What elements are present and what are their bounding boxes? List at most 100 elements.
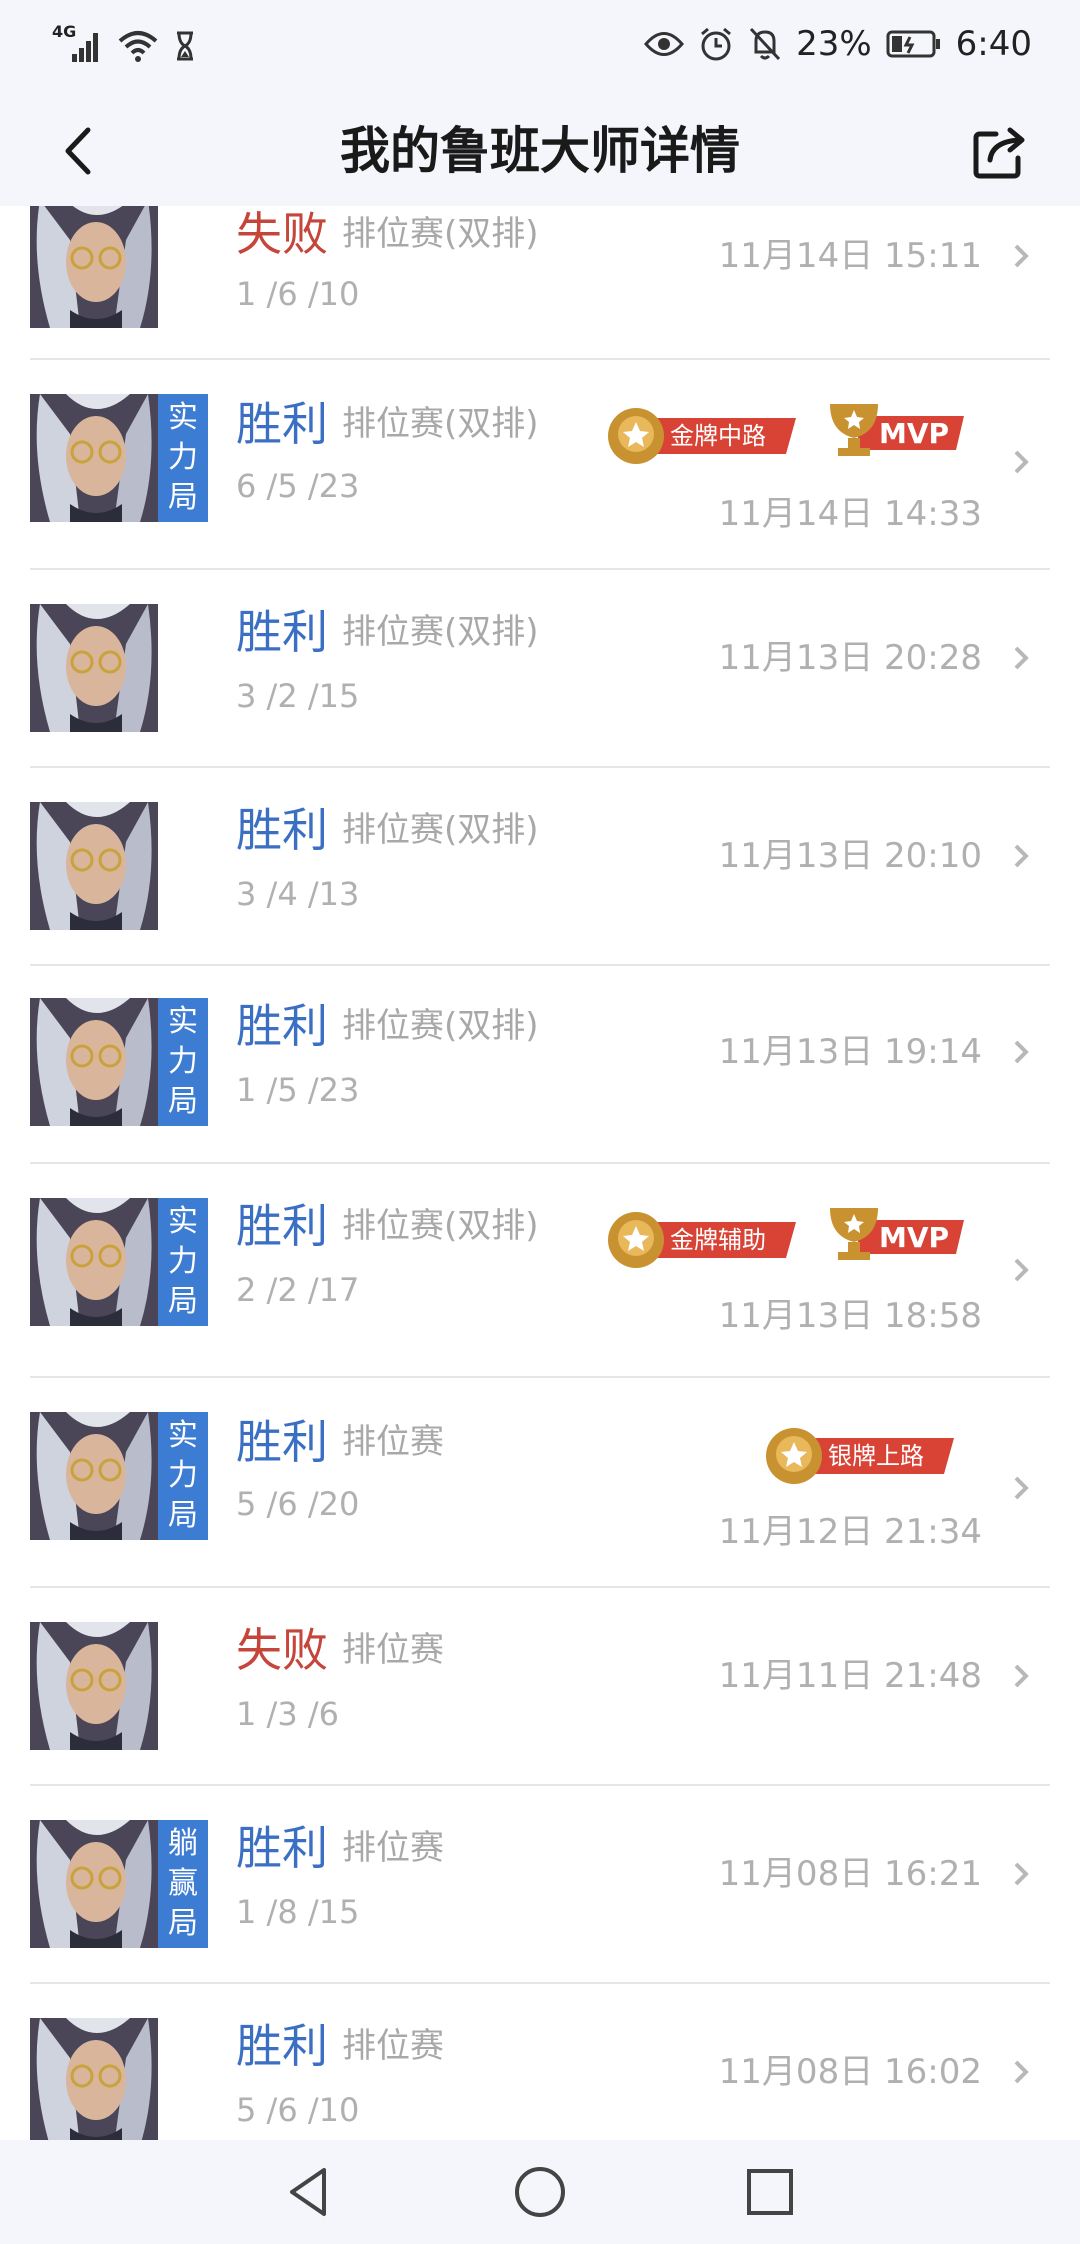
mvp-badge: MVP [818,1202,968,1266]
hero-avatar-wrap: 实力局 [30,1198,208,1326]
medal-badge: 金牌中路 [600,404,800,468]
match-time: 11月13日 18:58 [718,1296,982,1336]
match-result: 胜利 [236,999,328,1053]
match-row[interactable]: 实力局 胜利 排位赛(双排) 2 /2 /17 金牌辅助 MVP 11月13日 … [30,1164,1050,1378]
match-result: 胜利 [236,2019,328,2073]
wifi-icon [118,31,158,62]
match-result: 失败 [236,207,328,261]
hero-avatar-wrap: 实力局 [30,1412,208,1540]
match-row[interactable]: 躺赢局 胜利 排位赛 1 /8 /15 11月08日 16:21 [30,1786,1050,1984]
match-mode: 排位赛 [342,1630,444,1670]
signal-icon: 4G [52,22,102,64]
mvp-badge-label: MVP [879,417,949,450]
match-result: 胜利 [236,605,328,659]
match-mode: 排位赛(双排) [342,1006,539,1046]
status-right: 23% 6:40 [644,24,1032,64]
match-result: 胜利 [236,1821,328,1875]
match-result: 胜利 [236,1415,328,1469]
chevron-right-icon [1014,646,1029,670]
eye-icon [644,32,685,56]
chevron-right-icon [1014,2060,1029,2084]
hero-avatar [30,604,158,732]
match-time: 11月13日 20:10 [718,836,982,876]
match-result: 失败 [236,1623,328,1677]
match-row[interactable]: 胜利 排位赛 5 /6 /10 11月08日 16:02 [30,1984,1050,2140]
match-mode: 排位赛(双排) [342,214,539,254]
status-left: 4G [52,22,196,64]
clock: 6:40 [955,24,1032,64]
share-button[interactable] [966,116,1036,186]
match-row[interactable]: 胜利 排位赛(双排) 3 /4 /13 11月13日 20:10 [30,768,1050,966]
match-kda: 5 /6 /10 [236,2091,360,2129]
match-mode: 排位赛(双排) [342,404,539,444]
match-tag: 躺赢局 [158,1820,208,1948]
nav-back-icon[interactable] [280,2162,340,2222]
match-list[interactable]: 失败 排位赛(双排) 1 /6 /10 11月14日 15:11 实力局 胜利 … [0,206,1080,2140]
share-icon [973,127,1025,179]
match-row[interactable]: 实力局 胜利 排位赛(双排) 1 /5 /23 11月13日 19:14 [30,966,1050,1164]
hero-avatar [30,2018,158,2140]
match-time: 11月11日 21:48 [718,1656,982,1696]
match-kda: 1 /8 /15 [236,1893,360,1931]
match-kda: 1 /3 /6 [236,1695,339,1733]
match-result: 胜利 [236,397,328,451]
battery-icon [886,30,940,58]
hero-avatar [30,998,158,1126]
mvp-badge: MVP [818,398,968,462]
match-row[interactable]: 失败 排位赛(双排) 1 /6 /10 11月14日 15:11 [30,206,1050,360]
chevron-right-icon [1014,1258,1029,1282]
match-kda: 6 /5 /23 [236,467,360,505]
match-mode: 排位赛 [342,1828,444,1868]
mvp-badge-label: MVP [879,1221,949,1254]
chevron-right-icon [1014,244,1029,268]
hero-avatar-wrap [30,604,208,732]
hero-avatar-wrap [30,802,208,930]
match-tag: 实力局 [158,1198,208,1326]
hero-avatar-wrap: 实力局 [30,394,208,522]
nav-recents-icon[interactable] [740,2162,800,2222]
hero-avatar [30,394,158,522]
match-kda: 2 /2 /17 [236,1271,360,1309]
match-mode: 排位赛(双排) [342,612,539,652]
page-title: 我的鲁班大师详情 [340,122,740,180]
hero-avatar [30,1820,158,1948]
alarm-icon [701,27,732,61]
app-header: 我的鲁班大师详情 [0,96,1080,206]
match-time: 11月13日 19:14 [718,1032,982,1072]
hero-avatar [30,1412,158,1540]
match-row[interactable]: 失败 排位赛 1 /3 /6 11月11日 21:48 [30,1588,1050,1786]
hero-avatar-wrap [30,2018,208,2140]
medal-badge-label: 金牌辅助 [670,1226,766,1254]
chevron-right-icon [1014,1664,1029,1688]
chevron-right-icon [1014,1476,1029,1500]
chevron-right-icon [1014,1862,1029,1886]
match-time: 11月08日 16:02 [718,2052,982,2092]
system-nav-bar [0,2140,1080,2244]
hero-avatar-wrap: 躺赢局 [30,1820,208,1948]
medal-badge: 银牌上路 [758,1424,958,1488]
chevron-right-icon [1014,844,1029,868]
match-time: 11月14日 14:33 [718,494,982,534]
medal-badge-label: 银牌上路 [828,1442,924,1470]
match-time: 11月08日 16:21 [718,1854,982,1894]
chevron-right-icon [1014,450,1029,474]
match-mode: 排位赛(双排) [342,810,539,850]
match-time: 11月12日 21:34 [718,1512,982,1552]
match-time: 11月13日 20:28 [718,638,982,678]
hero-avatar [30,1198,158,1326]
match-mode: 排位赛 [342,2026,444,2066]
match-result: 胜利 [236,803,328,857]
hero-avatar [30,1622,158,1750]
mute-icon [749,27,781,61]
hourglass-icon [177,31,193,61]
match-time: 11月14日 15:11 [718,236,982,276]
match-row[interactable]: 胜利 排位赛(双排) 3 /2 /15 11月13日 20:28 [30,570,1050,768]
match-row[interactable]: 实力局 胜利 排位赛 5 /6 /20 银牌上路 11月12日 21:34 [30,1378,1050,1588]
medal-badge: 金牌辅助 [600,1208,800,1272]
match-kda: 1 /6 /10 [236,275,360,313]
hero-avatar [30,802,158,930]
nav-home-icon[interactable] [510,2162,570,2222]
match-tag: 实力局 [158,998,208,1126]
status-bar: 4G 23% 6:40 [0,0,1080,96]
match-row[interactable]: 实力局 胜利 排位赛(双排) 6 /5 /23 金牌中路 MVP 11月14日 … [30,358,1050,570]
